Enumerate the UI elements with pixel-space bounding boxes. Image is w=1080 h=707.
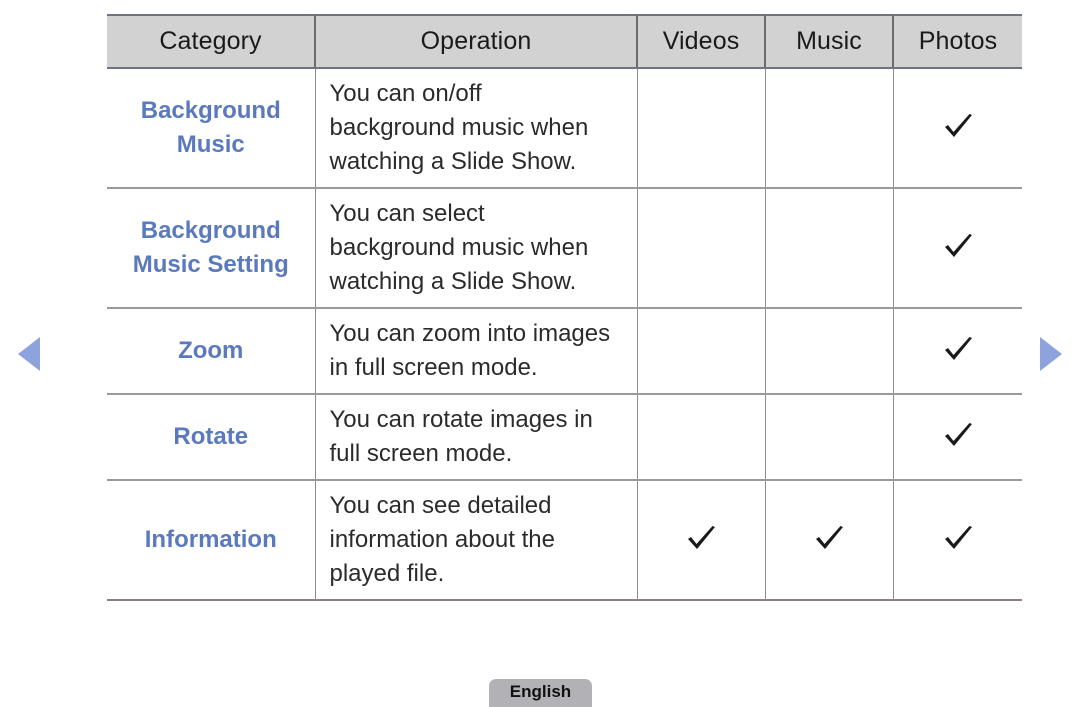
checkmark-icon: [941, 334, 975, 368]
operation-line: full screen mode.: [329, 440, 513, 467]
language-button[interactable]: English: [489, 679, 592, 707]
cell-operation: You can select background music when wat…: [315, 188, 638, 309]
column-header-music: Music: [764, 14, 894, 69]
category-label-line: Music: [176, 131, 245, 158]
cell-music: [765, 480, 894, 601]
operation-line: You can select: [329, 200, 485, 227]
cell-videos: [637, 480, 766, 601]
cell-music: [765, 68, 894, 189]
cell-category: Background Music: [107, 68, 316, 189]
cell-photos: [893, 394, 1022, 481]
cell-operation: You can see detailed information about t…: [315, 480, 638, 601]
category-label-line: Zoom: [178, 337, 244, 364]
column-header-operation: Operation: [314, 14, 638, 69]
category-label-line: Background: [140, 217, 281, 244]
cell-category: Rotate: [107, 394, 316, 481]
cell-music: [765, 188, 894, 309]
table-row: Zoom You can zoom into images in full sc…: [107, 308, 1022, 395]
cell-photos: [893, 308, 1022, 395]
table-body: Background Music You can on/off backgrou…: [107, 68, 1022, 601]
operation-line: background music when: [329, 234, 589, 261]
table-row: Rotate You can rotate images in full scr…: [107, 394, 1022, 481]
operation-line: in full screen mode.: [329, 354, 538, 381]
table-header: Category Operation Videos Music Photos: [107, 14, 1022, 69]
checkmark-icon: [941, 231, 975, 265]
cell-operation: You can on/off background music when wat…: [315, 68, 638, 189]
operation-line: watching a Slide Show.: [329, 148, 577, 175]
category-label-line: Rotate: [173, 423, 249, 450]
cell-videos: [637, 188, 766, 309]
checkmark-icon: [941, 420, 975, 454]
cell-operation: You can zoom into images in full screen …: [315, 308, 638, 395]
checkmark-icon: [812, 523, 846, 557]
feature-table-container: Category Operation Videos Music Photos B…: [107, 14, 1022, 601]
table-header-row: Category Operation Videos Music Photos: [107, 14, 1022, 69]
triangle-left-icon[interactable]: [18, 337, 40, 371]
category-label-line: Music Setting: [132, 251, 289, 278]
column-header-videos: Videos: [636, 14, 766, 69]
operation-line: watching a Slide Show.: [329, 268, 577, 295]
operation-line: background music when: [329, 114, 589, 141]
table-row: Background Music Setting You can select …: [107, 188, 1022, 309]
checkmark-icon: [941, 523, 975, 557]
operation-line: You can on/off: [329, 80, 482, 107]
column-header-photos: Photos: [892, 14, 1022, 69]
operation-line: information about the: [329, 526, 555, 553]
cell-category: Background Music Setting: [107, 188, 316, 309]
feature-table: Category Operation Videos Music Photos B…: [107, 14, 1022, 601]
operation-line: You can zoom into images: [329, 320, 611, 347]
operation-line: You can see detailed: [329, 492, 552, 519]
table-row: Background Music You can on/off backgrou…: [107, 68, 1022, 189]
column-header-category: Category: [107, 14, 316, 69]
cell-photos: [893, 480, 1022, 601]
category-label-line: Information: [144, 526, 277, 553]
cell-category: Zoom: [107, 308, 316, 395]
cell-videos: [637, 68, 766, 189]
operation-line: You can rotate images in: [329, 406, 593, 433]
cell-photos: [893, 188, 1022, 309]
cell-music: [765, 394, 894, 481]
checkmark-icon: [684, 523, 718, 557]
cell-operation: You can rotate images in full screen mod…: [315, 394, 638, 481]
cell-videos: [637, 394, 766, 481]
cell-photos: [893, 68, 1022, 189]
triangle-right-icon[interactable]: [1040, 337, 1062, 371]
checkmark-icon: [941, 111, 975, 145]
category-label-line: Background: [140, 97, 281, 124]
table-row: Information You can see detailed informa…: [107, 480, 1022, 601]
cell-category: Information: [107, 480, 316, 601]
operation-line: played file.: [329, 560, 445, 587]
cell-videos: [637, 308, 766, 395]
cell-music: [765, 308, 894, 395]
